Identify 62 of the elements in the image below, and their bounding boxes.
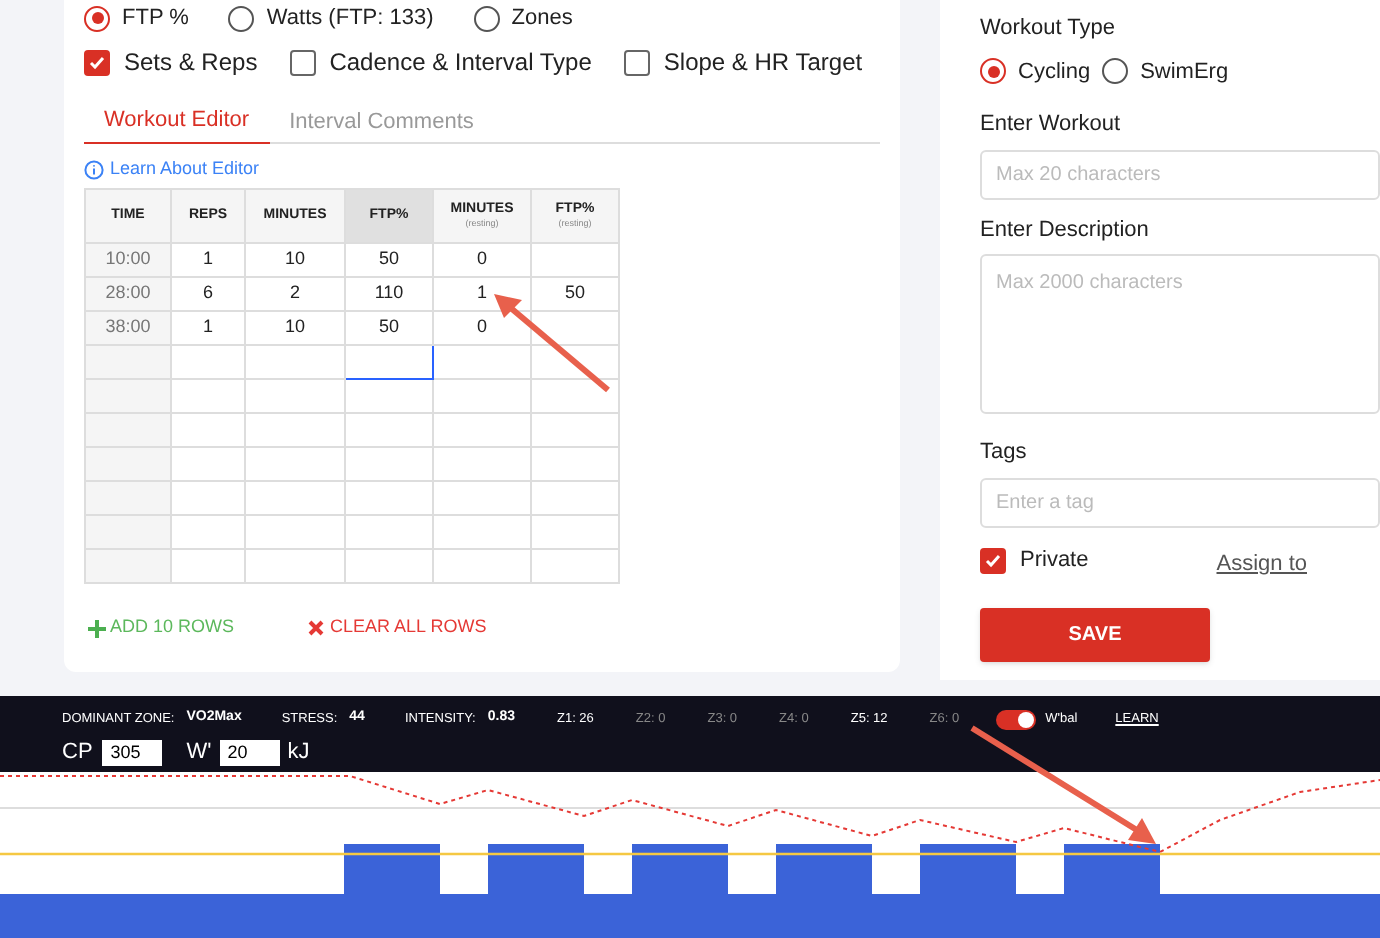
table-cell[interactable]: 50 bbox=[531, 277, 619, 311]
close-icon bbox=[308, 620, 325, 636]
tags-field[interactable]: Enter a tag bbox=[980, 477, 1380, 527]
check-icon bbox=[984, 552, 1002, 570]
radio-button[interactable] bbox=[84, 5, 110, 31]
field-label: Enter Description bbox=[980, 215, 1151, 245]
radio-button[interactable] bbox=[228, 5, 255, 31]
info-icon bbox=[84, 160, 104, 180]
radio-button[interactable] bbox=[1102, 58, 1129, 85]
interval-bar bbox=[1064, 844, 1160, 896]
table-cell[interactable]: 1 bbox=[171, 311, 245, 345]
option-label: Watts (FTP: 133) bbox=[266, 3, 434, 34]
w-prime-label: W' bbox=[186, 738, 212, 769]
field-label: Enter Workout bbox=[980, 110, 1123, 140]
table-cell[interactable]: 28:00 bbox=[85, 277, 171, 311]
learn-about-editor-link[interactable]: Learn About Editor bbox=[110, 156, 260, 184]
table-cell[interactable]: 10 bbox=[245, 243, 345, 277]
radio-button[interactable] bbox=[980, 58, 1006, 85]
table-cell[interactable]: 50 bbox=[345, 243, 433, 277]
radio-button[interactable] bbox=[473, 5, 500, 31]
description-field[interactable]: Max 2000 characters bbox=[980, 254, 1380, 414]
table-cell[interactable]: 10 bbox=[245, 311, 345, 345]
plus-icon bbox=[88, 619, 106, 637]
checkbox[interactable] bbox=[623, 49, 650, 75]
w-prime-field[interactable]: 20 bbox=[219, 740, 280, 766]
toggle-switch[interactable] bbox=[995, 709, 1036, 729]
interval-bar bbox=[344, 844, 440, 896]
save-button[interactable]: SAVE bbox=[980, 607, 1210, 661]
private-label: Private bbox=[1020, 546, 1089, 577]
table-cell[interactable]: 6 bbox=[171, 277, 245, 311]
tab[interactable]: Workout Editor bbox=[84, 100, 270, 144]
table-cell[interactable] bbox=[345, 345, 433, 379]
field-label: Tags bbox=[980, 438, 1029, 468]
interval-bar bbox=[776, 844, 872, 896]
table-cell[interactable]: 38:00 bbox=[85, 311, 171, 345]
unit-label: kJ bbox=[287, 738, 310, 769]
option-label: Zones bbox=[511, 3, 573, 34]
option-label: Sets & Reps bbox=[124, 46, 258, 80]
checkbox[interactable] bbox=[84, 49, 110, 75]
table-cell[interactable]: 0 bbox=[433, 243, 531, 277]
interval-bar bbox=[920, 844, 1016, 896]
cp-field[interactable]: 305 bbox=[102, 740, 163, 766]
table-cell[interactable]: 110 bbox=[345, 277, 433, 311]
option-label: SwimErg bbox=[1140, 57, 1229, 87]
option-label: Slope & HR Target bbox=[663, 46, 863, 80]
workout-name-field[interactable]: Max 20 characters bbox=[980, 149, 1380, 199]
interval-bar bbox=[488, 844, 584, 896]
table-cell[interactable]: 2 bbox=[245, 277, 345, 311]
table-cell[interactable]: 10:00 bbox=[85, 243, 171, 277]
checkbox[interactable] bbox=[289, 49, 316, 75]
option-label: Cadence & Interval Type bbox=[329, 46, 592, 80]
option-label: FTP % bbox=[122, 3, 189, 34]
checkbox[interactable] bbox=[980, 548, 1006, 574]
assign-link[interactable]: Assign to bbox=[1216, 547, 1307, 581]
clear-rows-button[interactable]: CLEAR ALL ROWS bbox=[308, 614, 487, 642]
table-cell[interactable]: 1 bbox=[171, 243, 245, 277]
check-icon bbox=[88, 53, 106, 71]
interval-bar bbox=[632, 844, 728, 896]
field-label: Workout Type bbox=[980, 14, 1117, 44]
table-cell[interactable]: 50 bbox=[345, 311, 433, 345]
cp-label: CP bbox=[62, 738, 93, 769]
option-label: Cycling bbox=[1018, 57, 1091, 87]
